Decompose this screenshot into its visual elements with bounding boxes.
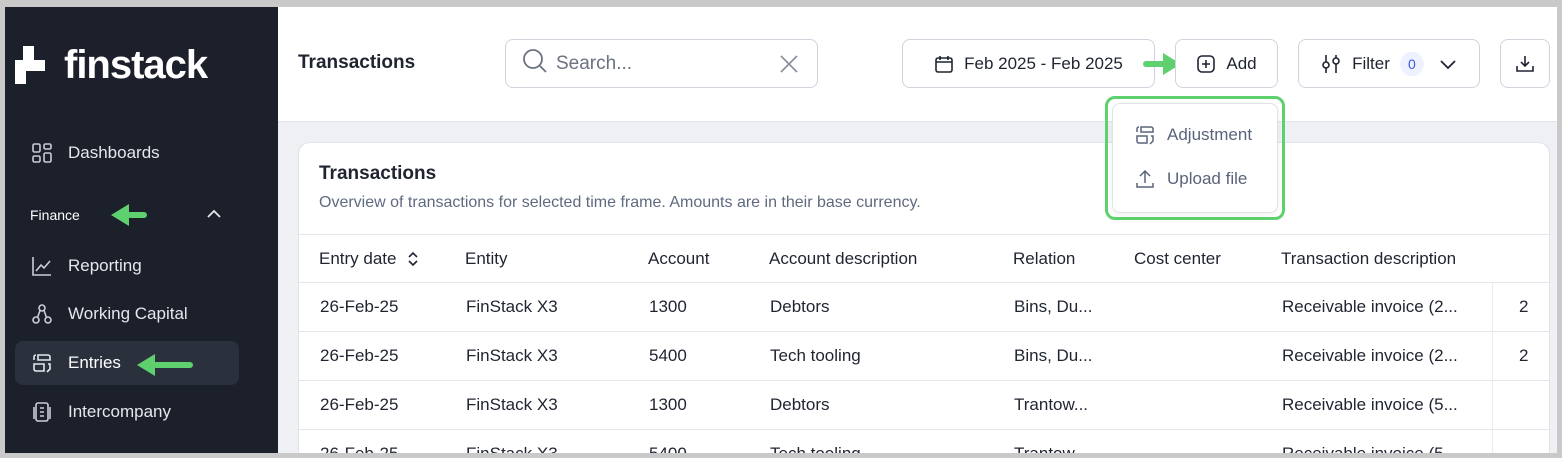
- column-divider: [1492, 283, 1493, 332]
- cell-account-description: Debtors: [770, 395, 830, 414]
- add-button-label: Add: [1226, 53, 1257, 73]
- chevron-up-icon[interactable]: [205, 205, 223, 223]
- cell-relation: Trantow...: [1014, 444, 1088, 453]
- column-header-entity[interactable]: Entity: [465, 249, 508, 269]
- search-input[interactable]: [556, 52, 776, 75]
- sidebar-item-label: Dashboards: [68, 143, 160, 162]
- cell-account-description: Tech tooling: [770, 444, 861, 453]
- sidebar-item-label: Working Capital: [68, 304, 188, 323]
- annotation-arrow: [137, 354, 193, 376]
- cell-truncated: 2: [1519, 297, 1529, 316]
- cell-account: 5400: [649, 444, 687, 453]
- page-title: Transactions: [298, 52, 416, 73]
- column-divider: [1492, 430, 1493, 453]
- dashboard-icon: [31, 142, 53, 164]
- menu-item-label: Upload file: [1167, 169, 1248, 188]
- sidebar-item-reporting[interactable]: Reporting: [15, 244, 239, 288]
- menu-item-adjustment[interactable]: Adjustment: [1133, 120, 1252, 150]
- cell-entry-date: 26-Feb-25: [320, 346, 399, 365]
- cell-account: 1300: [649, 395, 687, 414]
- table-row[interactable]: 26-Feb-25 FinStack X3 1300 Debtors Bins,…: [299, 283, 1549, 332]
- column-divider: [1492, 332, 1493, 381]
- cell-entity: FinStack X3: [466, 346, 558, 365]
- top-bar: Transactions Feb 2025 - Feb 2025: [278, 7, 1557, 122]
- plus-square-icon: [1196, 54, 1216, 74]
- download-icon: [1514, 53, 1536, 75]
- column-header-relation[interactable]: Relation: [1013, 249, 1075, 269]
- download-button[interactable]: [1500, 39, 1550, 88]
- chart-line-icon: [31, 255, 53, 277]
- close-icon[interactable]: [779, 54, 799, 74]
- logo-mark-icon: [15, 46, 45, 84]
- add-button[interactable]: Add: [1175, 39, 1278, 88]
- cell-entry-date: 26-Feb-25: [320, 444, 398, 453]
- cell-transaction-description: Receivable invoice (2...: [1282, 297, 1458, 316]
- cell-account: 1300: [649, 297, 687, 316]
- entries-icon: [31, 352, 53, 374]
- column-header-transaction-description[interactable]: Transaction description: [1281, 249, 1456, 269]
- column-header-entry-date[interactable]: Entry date: [319, 249, 419, 269]
- sidebar-item-label: Entries: [68, 353, 121, 372]
- cell-transaction-description: Receivable invoice (2...: [1282, 346, 1458, 365]
- cell-account-description: Debtors: [770, 297, 830, 316]
- chevron-down-icon: [1438, 54, 1458, 74]
- date-range-button[interactable]: Feb 2025 - Feb 2025: [902, 39, 1155, 88]
- building-icon: [31, 401, 53, 423]
- cell-entry-date: 26-Feb-25: [320, 395, 399, 414]
- card-title: Transactions: [319, 163, 437, 184]
- sidebar-item-label: Intercompany: [68, 402, 171, 421]
- menu-item-upload-file[interactable]: Upload file: [1133, 164, 1247, 194]
- table-row[interactable]: 26-Feb-25 FinStack X3 5400 Tech tooling …: [299, 430, 1549, 453]
- sidebar-item-intercompany[interactable]: Intercompany: [15, 390, 239, 434]
- filter-count-badge: 0: [1399, 51, 1424, 76]
- cell-truncated: 2: [1519, 346, 1529, 365]
- column-divider: [1492, 381, 1493, 430]
- table-row[interactable]: 26-Feb-25 FinStack X3 5400 Tech tooling …: [299, 332, 1549, 381]
- cell-entity: FinStack X3: [466, 297, 558, 316]
- filter-button-label: Filter: [1352, 53, 1390, 73]
- upload-icon: [1133, 167, 1157, 191]
- adjustment-icon: [1133, 123, 1157, 147]
- cell-entity: FinStack X3: [466, 444, 558, 453]
- annotation-arrow: [111, 204, 147, 226]
- table-row[interactable]: 26-Feb-25 FinStack X3 1300 Debtors Trant…: [299, 381, 1549, 430]
- transactions-card: Transactions Overview of transactions fo…: [298, 142, 1550, 453]
- sidebar-item-working-capital[interactable]: Working Capital: [15, 292, 239, 336]
- date-range-label: Feb 2025 - Feb 2025: [964, 53, 1123, 73]
- table-header: Entry date Entity Account Account descri…: [299, 234, 1549, 283]
- cell-entity: FinStack X3: [466, 395, 558, 414]
- calendar-icon: [934, 54, 954, 74]
- cell-entry-date: 26-Feb-25: [320, 297, 399, 316]
- network-icon: [31, 303, 53, 325]
- sort-icon[interactable]: [407, 250, 419, 268]
- search-icon: [522, 48, 548, 79]
- column-header-account-description[interactable]: Account description: [769, 249, 917, 269]
- card-subtitle: Overview of transactions for selected ti…: [319, 194, 921, 211]
- sidebar-item-dashboards[interactable]: Dashboards: [15, 131, 239, 175]
- section-label-finance: Finance: [30, 207, 80, 223]
- cell-transaction-description: Receivable invoice (5...: [1282, 395, 1458, 414]
- brand-name: finstack: [64, 43, 208, 87]
- sidebar: finstack Dashboards Finance Reporting Wo…: [5, 7, 278, 453]
- cell-relation: Bins, Du...: [1014, 346, 1093, 365]
- cell-relation: Bins, Du...: [1014, 297, 1093, 316]
- cell-transaction-description: Receivable invoice (5...: [1282, 444, 1458, 453]
- menu-item-label: Adjustment: [1167, 125, 1253, 144]
- column-header-account[interactable]: Account: [648, 249, 709, 269]
- annotation-arrow: [1143, 53, 1181, 75]
- cell-account: 5400: [649, 346, 687, 365]
- cell-relation: Trantow...: [1014, 395, 1089, 414]
- column-header-cost-center[interactable]: Cost center: [1134, 249, 1221, 269]
- cell-account-description: Tech tooling: [770, 346, 861, 365]
- app-window: finstack Dashboards Finance Reporting Wo…: [5, 7, 1557, 453]
- sliders-icon: [1320, 53, 1342, 75]
- filter-button[interactable]: Filter 0: [1298, 39, 1480, 88]
- search-box[interactable]: [505, 39, 818, 88]
- sidebar-item-entries[interactable]: Entries: [15, 341, 239, 385]
- sidebar-item-label: Reporting: [68, 256, 142, 275]
- add-dropdown-menu: Adjustment Upload file: [1112, 103, 1278, 213]
- brand-logo[interactable]: finstack: [15, 43, 208, 87]
